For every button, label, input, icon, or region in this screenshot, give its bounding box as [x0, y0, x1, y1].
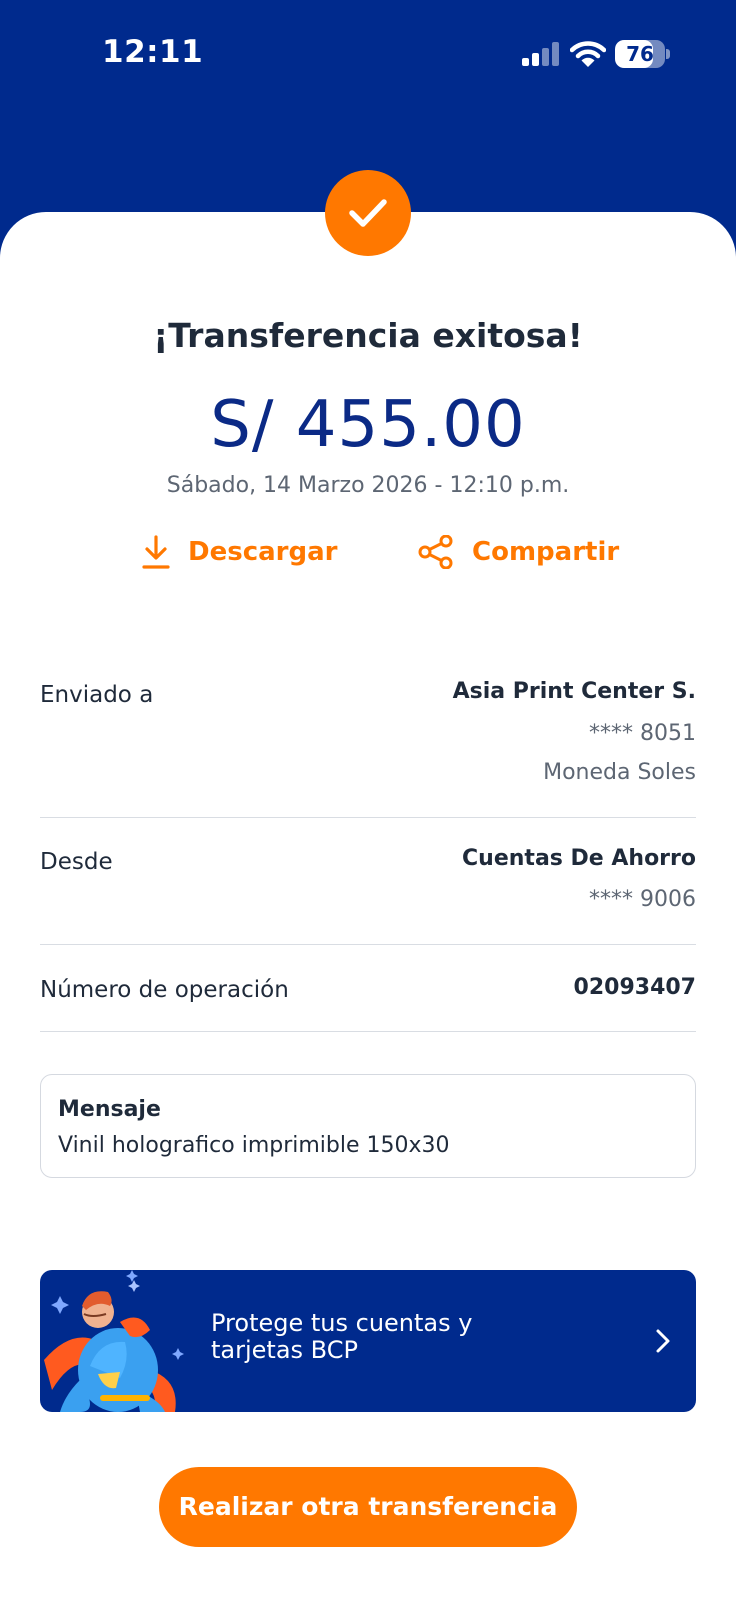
battery-tip: [666, 49, 670, 59]
battery-level: 76: [626, 42, 654, 66]
recipient-currency: Moneda Soles: [543, 760, 696, 785]
promo-text: Protege tus cuentas y tarjetas BCP: [211, 1310, 541, 1364]
wifi-icon: [570, 41, 606, 67]
status-time: 12:11: [102, 34, 204, 70]
divider: [40, 1031, 696, 1032]
promo-line-1: Protege tus cuentas y: [211, 1309, 473, 1337]
message-title: Mensaje: [58, 1097, 161, 1122]
divider: [40, 817, 696, 818]
message-text: Vinil holografico imprimible 150x30: [58, 1133, 450, 1158]
security-promo-banner[interactable]: Protege tus cuentas y tarjetas BCP: [40, 1270, 696, 1412]
divider: [40, 944, 696, 945]
check-icon: [349, 199, 387, 227]
share-icon: [418, 535, 453, 569]
recipient-name: Asia Print Center S.: [452, 679, 696, 704]
transfer-datetime: Sábado, 14 Marzo 2026 - 12:10 p.m.: [166, 473, 570, 498]
download-label: Descargar: [188, 537, 338, 567]
transfer-amount: S/ 455.00: [210, 388, 526, 462]
status-bar: 12:11 76: [0, 0, 736, 110]
battery-icon: 76: [615, 40, 671, 68]
operation-label: Número de operación: [40, 977, 289, 1003]
new-transfer-button[interactable]: Realizar otra transferencia: [159, 1467, 577, 1547]
message-box: Mensaje Vinil holografico imprimible 150…: [40, 1074, 696, 1178]
promo-line-2: tarjetas BCP: [211, 1336, 358, 1364]
signal-icon: [522, 42, 559, 66]
download-button[interactable]: Descargar: [142, 530, 337, 574]
source-account-name: Cuentas De Ahorro: [462, 846, 696, 871]
success-badge: [325, 170, 411, 256]
recipient-account: **** 8051: [589, 721, 696, 746]
share-button[interactable]: Compartir: [418, 530, 619, 574]
sent-to-label: Enviado a: [40, 682, 154, 708]
source-account-number: **** 9006: [589, 887, 696, 912]
page-title: ¡Transferencia exitosa!: [153, 316, 583, 355]
share-label: Compartir: [472, 537, 620, 567]
from-label: Desde: [40, 849, 113, 875]
superhero-illustration: [44, 1270, 184, 1412]
operation-number: 02093407: [573, 975, 696, 1000]
chevron-right-icon: [656, 1329, 670, 1353]
download-icon: [142, 535, 170, 569]
